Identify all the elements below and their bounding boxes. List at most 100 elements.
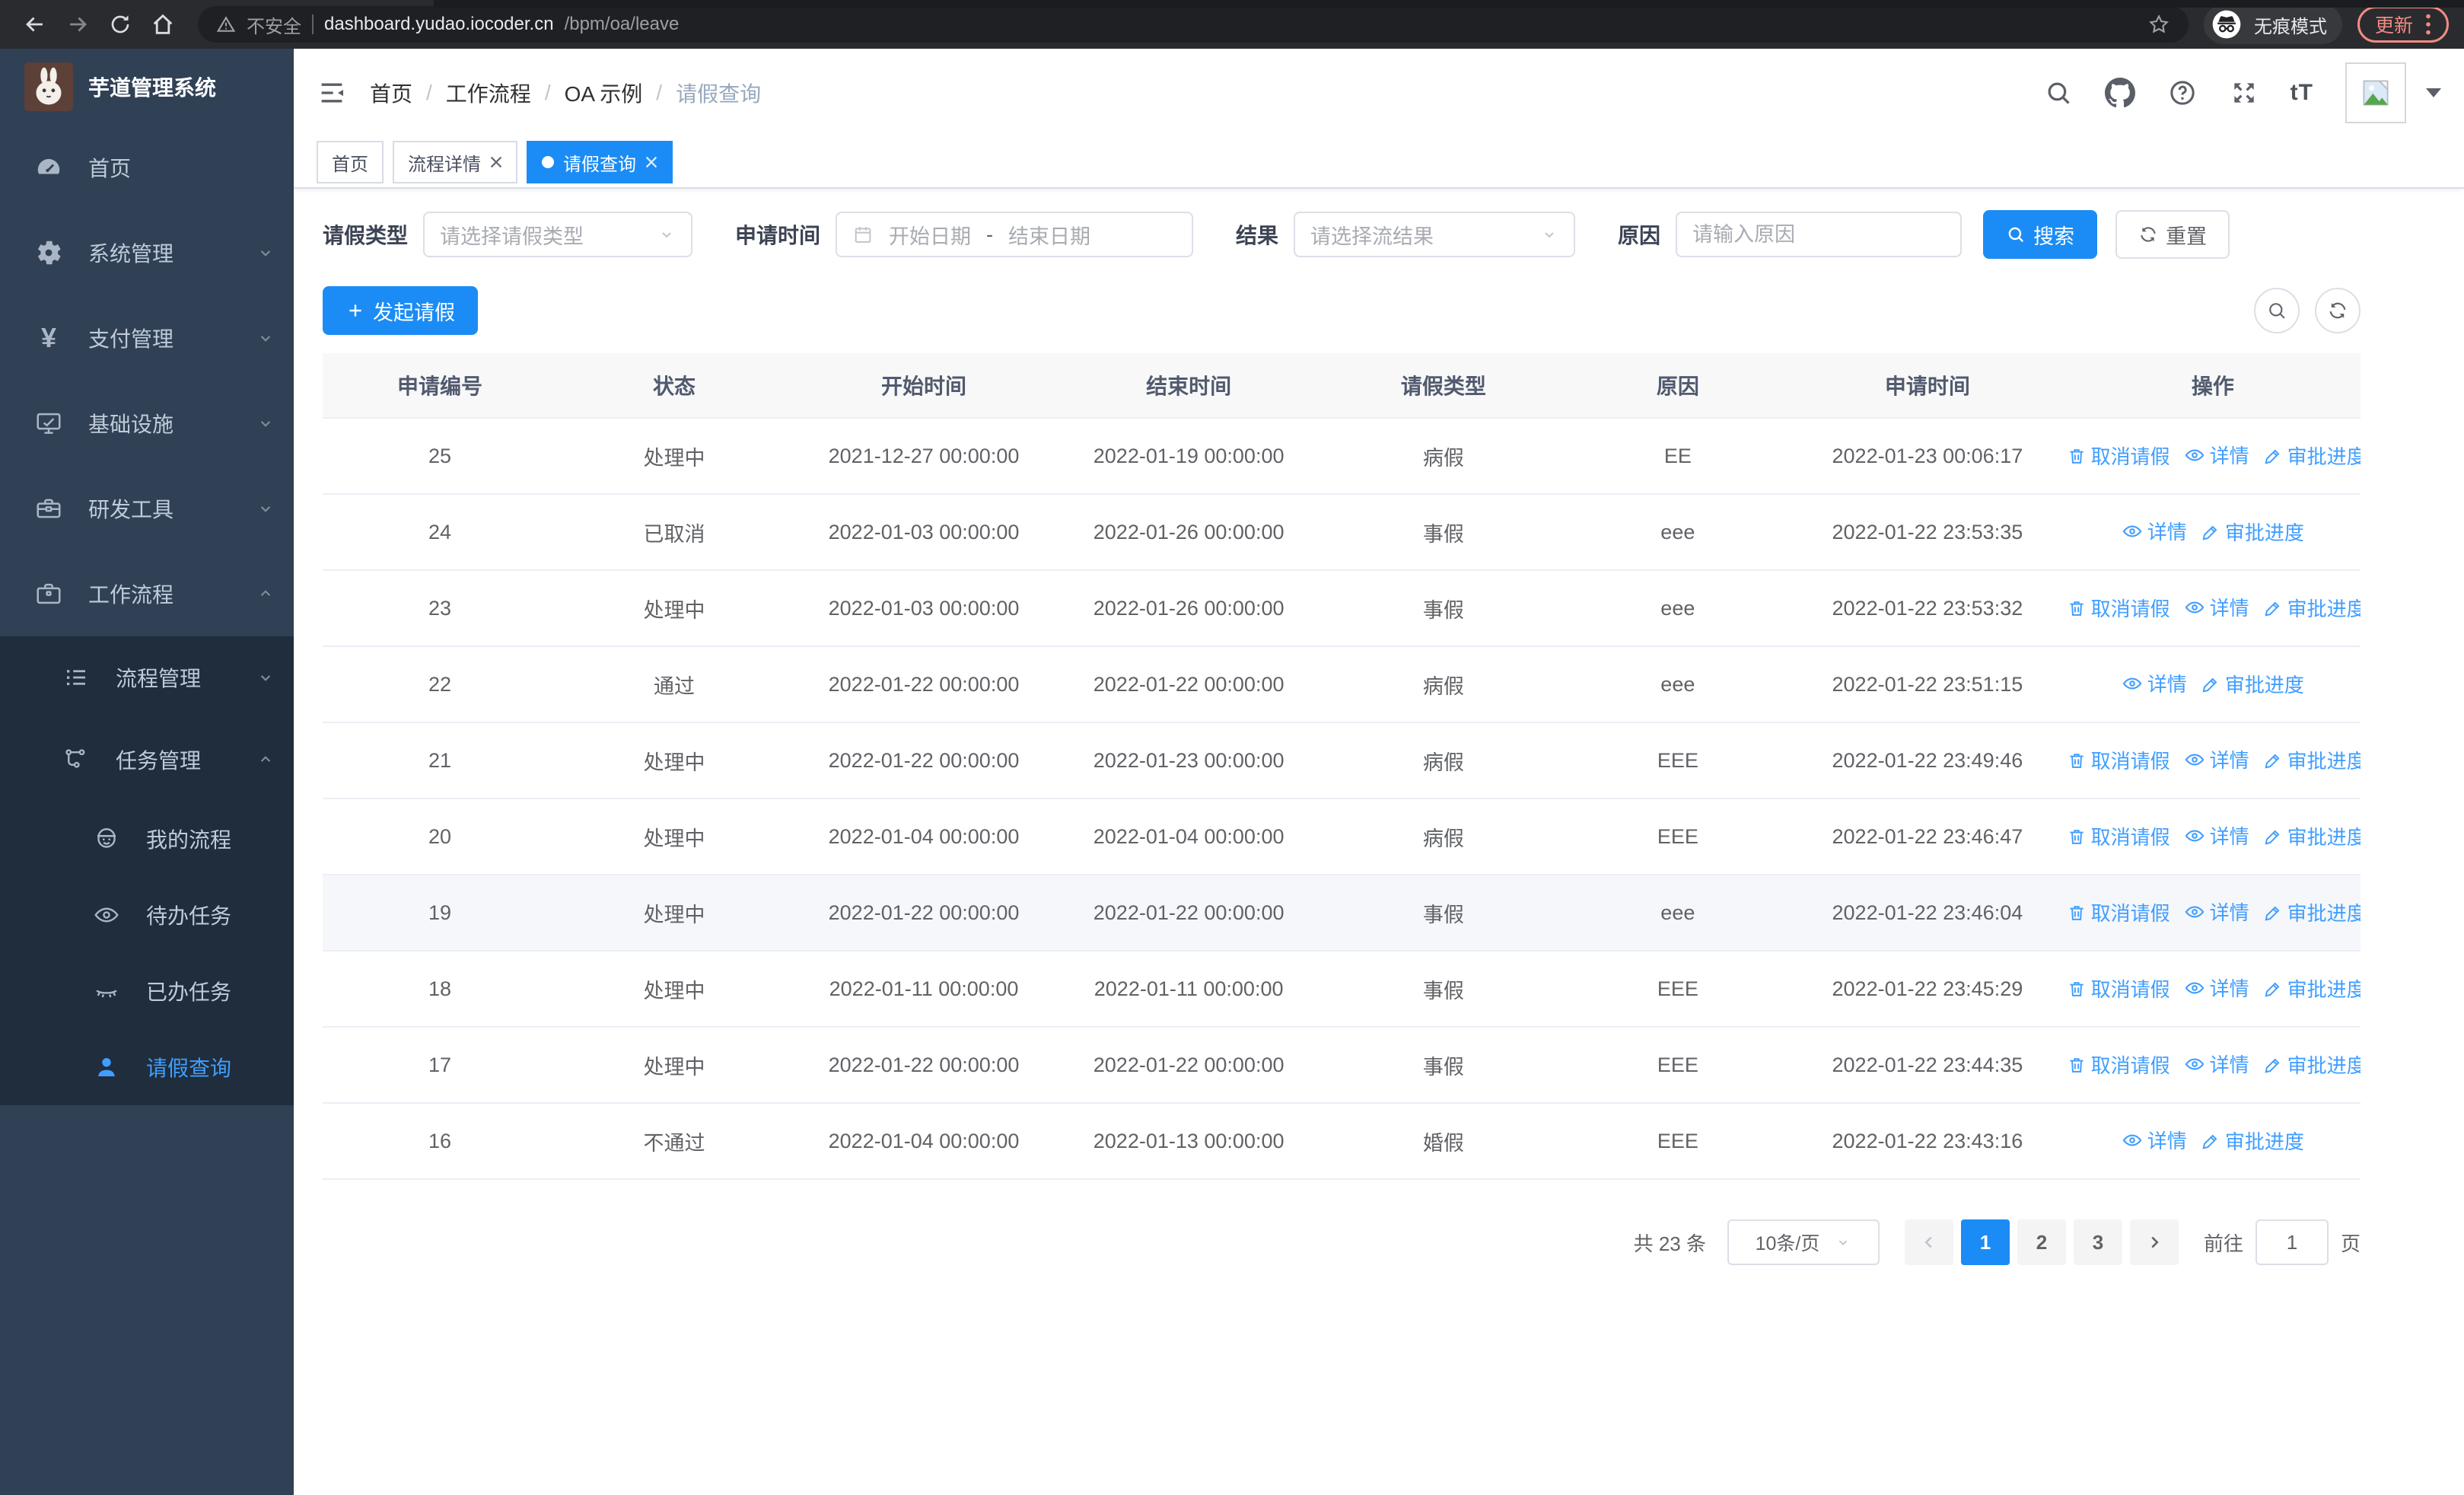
breadcrumb-workflow[interactable]: 工作流程 [446,78,531,108]
cancel-action-link[interactable]: 取消请假 [2067,974,2170,1003]
breadcrumb-oa-example[interactable]: OA 示例 [565,78,643,108]
detail-action-link[interactable]: 详情 [2184,441,2249,469]
result-label: 结果 [1236,224,1279,247]
sidebar-item-todo-tasks[interactable]: 待办任务 [0,877,294,953]
page-1-button[interactable]: 1 [1960,1219,2010,1265]
sidebar-item-process-mgmt[interactable]: 流程管理 [0,636,294,719]
cancel-action-link[interactable]: 取消请假 [2067,1050,2170,1079]
github-icon[interactable] [2104,78,2135,108]
sidebar-item-done-tasks[interactable]: 已办任务 [0,953,294,1029]
action-label: 审批进度 [2224,1130,2304,1154]
next-page-button[interactable] [2129,1219,2179,1265]
sidebar-item-infrastructure[interactable]: 基础设施 [0,381,294,466]
tab-leave-query[interactable]: 请假查询 [527,141,673,183]
sidebar-item-task-mgmt[interactable]: 任务管理 [0,719,294,801]
cell: EEE [1565,951,1791,1028]
detail-action-link[interactable]: 详情 [2184,974,2249,1002]
progress-action-link[interactable]: 审批进度 [2263,441,2361,470]
progress-action-link[interactable]: 审批进度 [2263,1050,2361,1079]
sidebar-logo[interactable]: 芋道管理系统 [0,49,294,125]
detail-action-link[interactable]: 详情 [2122,669,2187,697]
breadcrumb-home[interactable]: 首页 [370,78,412,108]
font-size-icon[interactable]: tT [2291,80,2313,106]
detail-action-link[interactable]: 详情 [2122,517,2187,545]
column-header: 申请编号 [323,353,557,419]
detail-action-link[interactable]: 详情 [2184,1050,2249,1078]
tab-process-detail[interactable]: 流程详情 [393,141,517,183]
security-label[interactable]: 不安全 [247,11,301,38]
progress-action-link[interactable]: 审批进度 [2263,594,2361,622]
progress-action-link[interactable]: 审批进度 [2263,974,2361,1003]
url-bar[interactable]: 不安全 dashboard.yudao.iocoder.cn /bpm/oa/l… [198,6,2189,43]
sidebar-item-system[interactable]: 系统管理 [0,210,294,295]
sidebar-item-workflow[interactable]: 工作流程 [0,551,294,636]
cell: 16 [323,1103,557,1180]
page-2-button[interactable]: 2 [2017,1219,2066,1265]
forward-icon[interactable] [58,5,97,44]
cancel-action-link[interactable]: 取消请假 [2067,441,2170,470]
action-label: 详情 [2147,521,2187,544]
apply-time-range-picker[interactable]: 开始日期 - 结束日期 [836,212,1194,257]
cancel-action-link[interactable]: 取消请假 [2067,594,2170,622]
result-select[interactable]: 请选择流结果 [1294,212,1576,257]
goto-page-input[interactable] [2255,1219,2329,1265]
detail-action-link[interactable]: 详情 [2122,1126,2187,1154]
view-icon [2185,754,2204,766]
detail-action-link[interactable]: 详情 [2184,897,2249,926]
detail-action-link[interactable]: 详情 [2184,821,2249,850]
cell: 2022-01-19 00:00:00 [1056,418,1322,495]
cancel-action-link[interactable]: 取消请假 [2067,822,2170,850]
sidebar-item-home[interactable]: 首页 [0,125,294,210]
table-search-toggle-button[interactable] [2254,288,2300,333]
cancel-action-link[interactable]: 取消请假 [2067,898,2170,926]
back-icon[interactable] [15,5,55,44]
fullscreen-icon[interactable] [2230,78,2259,107]
search-icon[interactable] [2044,78,2073,107]
reason-input[interactable] [1676,212,1963,257]
leave-type-select[interactable]: 请选择请假类型 [423,212,693,257]
sidebar-item-label: 系统管理 [88,242,174,266]
prev-page-button[interactable] [1904,1219,1953,1265]
progress-action-link[interactable]: 审批进度 [2201,1127,2304,1155]
detail-action-link[interactable]: 详情 [2184,745,2249,773]
action-label: 审批进度 [2287,750,2361,773]
reset-button[interactable]: 重置 [2115,210,2230,259]
update-button[interactable]: 更新 [2357,6,2449,43]
close-icon[interactable] [490,156,502,168]
cell: EEE [1565,1103,1791,1180]
edit-icon [2265,754,2280,769]
security-warning-icon[interactable] [216,14,236,34]
help-icon[interactable] [2167,78,2198,108]
bookmark-star-icon[interactable] [2147,13,2170,36]
avatar-dropdown-caret-icon[interactable] [2426,88,2441,97]
sidebar-fold-icon[interactable] [317,78,347,108]
page-3-button[interactable]: 3 [2073,1219,2122,1265]
action-label: 取消请假 [2090,1054,2170,1078]
close-icon[interactable] [645,156,657,168]
home-icon[interactable] [143,5,183,44]
page-size-select[interactable]: 10条/页 [1727,1219,1880,1265]
breadcrumb: 首页 / 工作流程 / OA 示例 / 请假查询 [370,78,761,108]
progress-action-link[interactable]: 审批进度 [2263,898,2361,926]
tab-home[interactable]: 首页 [317,141,384,183]
row-actions: 详情 审批进度 [2064,1103,2361,1180]
sidebar-item-leave-query[interactable]: 请假查询 [0,1029,294,1105]
cell: 2022-01-26 00:00:00 [1056,570,1322,647]
search-button[interactable]: 搜索 [1983,210,2098,259]
sidebar-item-my-process[interactable]: 我的流程 [0,801,294,877]
browser-menu-icon[interactable] [2425,14,2431,35]
progress-action-link[interactable]: 审批进度 [2263,746,2361,774]
apply-time-label: 申请时间 [735,224,821,247]
cancel-action-link[interactable]: 取消请假 [2067,746,2170,774]
cell: 2022-01-22 00:00:00 [791,1027,1057,1104]
detail-action-link[interactable]: 详情 [2184,593,2249,621]
reload-icon[interactable] [100,5,140,44]
progress-action-link[interactable]: 审批进度 [2201,670,2304,698]
avatar[interactable] [2345,62,2406,123]
sidebar-item-dev-tools[interactable]: 研发工具 [0,466,294,551]
progress-action-link[interactable]: 审批进度 [2263,822,2361,850]
progress-action-link[interactable]: 审批进度 [2201,518,2304,546]
table-refresh-button[interactable] [2315,288,2361,333]
sidebar-item-payment[interactable]: ¥ 支付管理 [0,295,294,381]
create-leave-button[interactable]: 发起请假 [323,286,478,335]
